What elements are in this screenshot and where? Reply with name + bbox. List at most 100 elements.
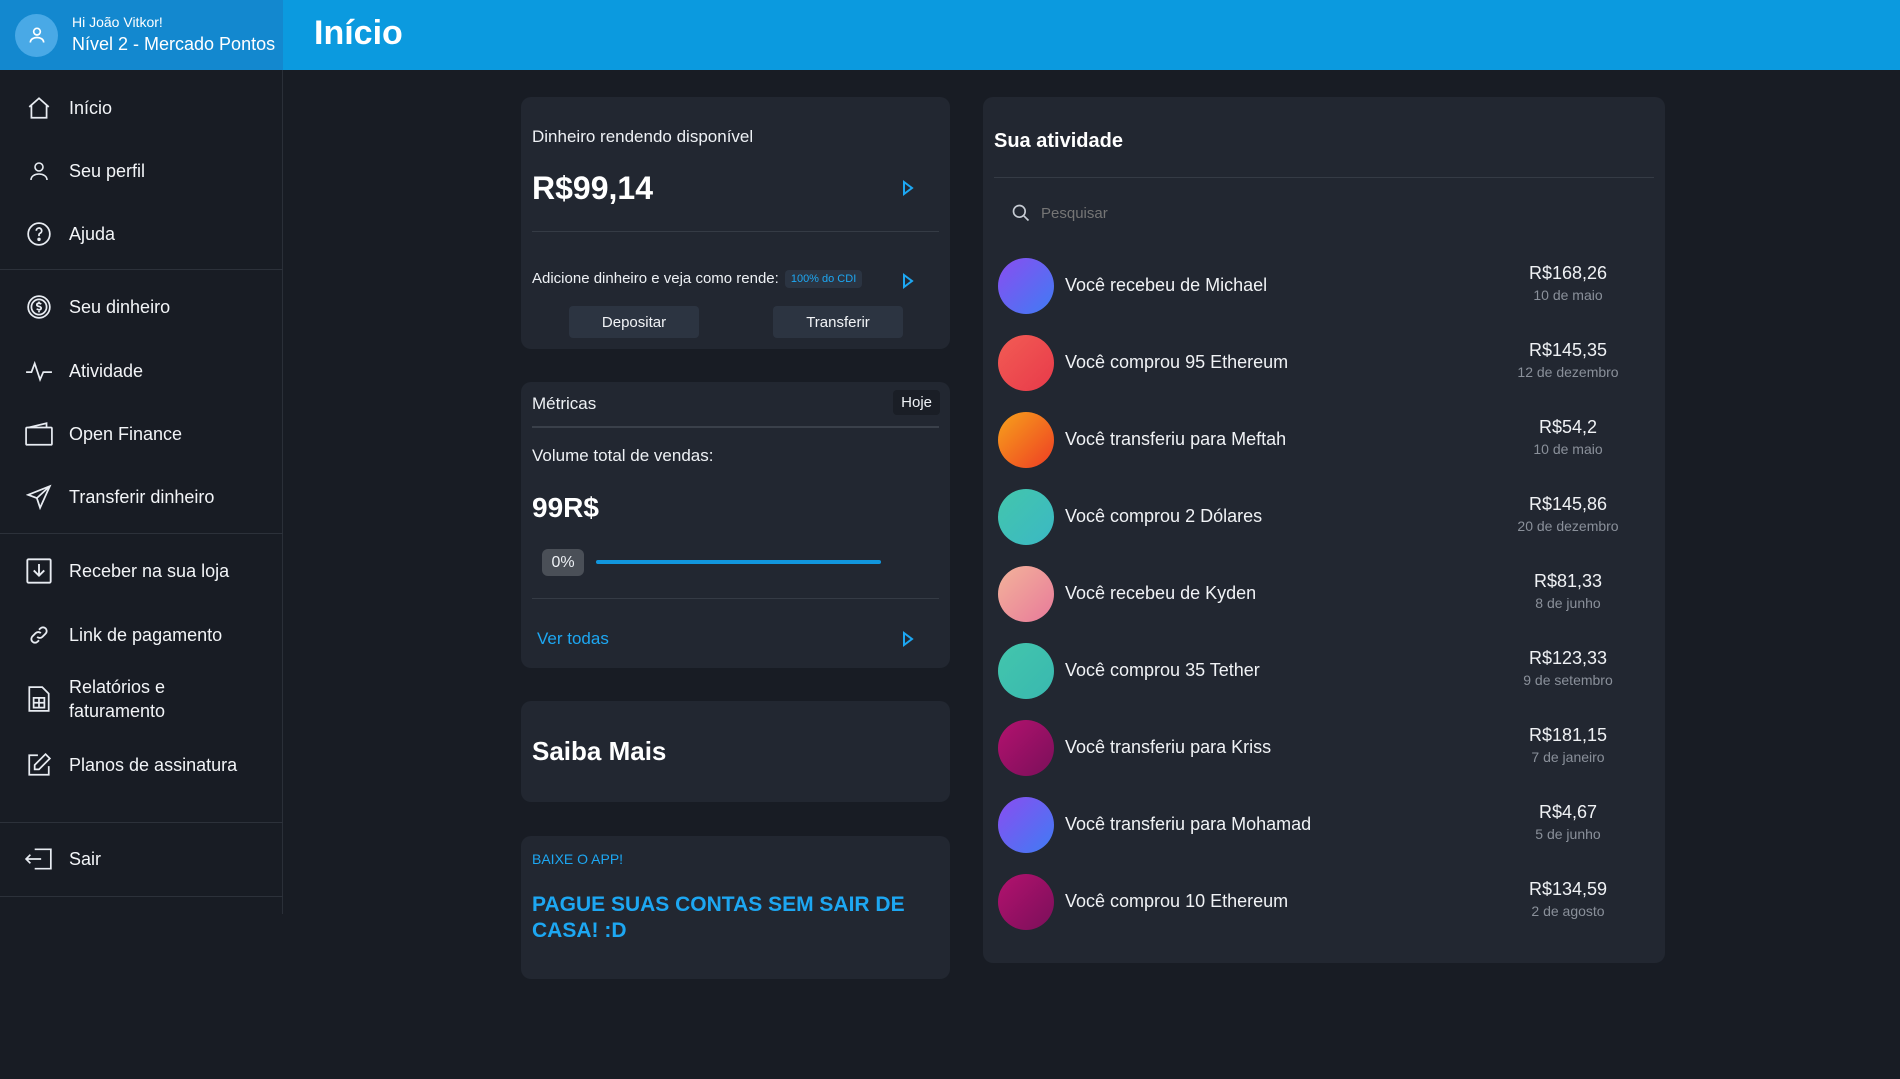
promo-play-icon[interactable] <box>902 273 918 291</box>
activity-avatar <box>998 412 1054 468</box>
activity-date: 7 de janeiro <box>1531 749 1605 765</box>
sidebar-divider <box>0 896 283 897</box>
sidebar-item-label: Planos de assinatura <box>69 754 238 775</box>
balance-details-play-icon[interactable] <box>902 180 918 198</box>
see-all-play-icon[interactable] <box>902 631 918 649</box>
activity-amount: R$134,59 <box>1528 879 1608 899</box>
sidebar-item-label: Relatórios e faturamento <box>69 676 166 721</box>
sidebar-item-label: Ajuda <box>69 223 116 244</box>
sidebar-divider <box>0 269 283 270</box>
activity-avatar <box>998 258 1054 314</box>
wallet-icon <box>25 420 53 448</box>
metrics-title: Métricas <box>532 394 597 413</box>
activity-description: Você comprou 95 Ethereum <box>1065 352 1289 372</box>
activity-avatar <box>998 874 1054 930</box>
promo-text: Adicione dinheiro e veja como rende: <box>532 270 779 287</box>
activity-item[interactable]: Você transferiu para Mohamad R$4,67 5 de j… <box>998 794 1628 854</box>
activity-avatar <box>998 643 1054 699</box>
sidebar-item-perfil[interactable]: Seu perfil <box>0 151 283 191</box>
dollar-icon <box>25 293 53 321</box>
balance-amount: R$99,14 <box>532 170 653 206</box>
sidebar-item-receber[interactable]: Receber na sua loja <box>0 551 283 591</box>
activity-description: Você comprou 35 Tether <box>1065 660 1260 680</box>
activity-description: Você transferiu para Mohamad <box>1065 814 1312 834</box>
period-select[interactable]: Hoje <box>893 390 940 415</box>
user-greeting: Hi João Vitkor! <box>72 14 163 31</box>
activity-date: 20 de dezembro <box>1517 518 1619 534</box>
metrics-value: 99R$ <box>532 492 599 523</box>
activity-date: 8 de junho <box>1535 595 1601 611</box>
user-level: Nível 2 - Mercado Pontos <box>72 34 276 55</box>
sidebar-item-inicio[interactable]: Início <box>0 88 283 128</box>
sidebar-item-label: Sair <box>69 848 102 869</box>
sidebar-item-label: Atividade <box>69 360 144 381</box>
sidebar-item-relatorios[interactable]: Relatórios e faturamento <box>0 668 283 730</box>
sidebar-item-label: Transferir dinheiro <box>69 486 215 507</box>
activity-icon <box>25 357 53 385</box>
activity-amount: R$54,2 <box>1538 417 1598 437</box>
saiba-mais-card[interactable]: Saiba Mais <box>521 701 950 802</box>
activity-item[interactable]: Você comprou 2 Dólares R$145,86 20 de deze… <box>998 486 1628 546</box>
activity-amount: R$181,15 <box>1528 725 1608 745</box>
activity-item[interactable]: Você recebeu de Kyden R$81,33 8 de junho <box>998 563 1628 623</box>
activity-amount: R$145,86 <box>1528 494 1608 514</box>
activity-description: Você comprou 2 Dólares <box>1065 506 1263 526</box>
app-promo-card[interactable]: BAIXE O APP! PAGUE SUAS CONTAS SEM SAIR … <box>521 836 950 979</box>
send-icon <box>25 483 53 511</box>
activity-item[interactable]: Você comprou 95 Ethereum R$145,35 12 de de… <box>998 332 1628 392</box>
sidebar-item-label: Receber na sua loja <box>69 560 230 581</box>
activity-description: Você recebeu de Kyden <box>1065 583 1257 603</box>
activity-description: Você transferiu para Meftah <box>1065 429 1287 449</box>
user-avatar-icon <box>15 13 58 57</box>
deposit-button[interactable]: Depositar <box>569 306 699 338</box>
activity-item[interactable]: Você comprou 10 Ethereum R$134,59 2 de ago… <box>998 871 1628 931</box>
app-promo-headline: PAGUE SUAS CONTAS SEM SAIR DE CASA! :D <box>532 893 905 943</box>
activity-avatar <box>998 720 1054 776</box>
activity-item[interactable]: Você recebeu de Michael R$168,26 10 de mai… <box>998 255 1628 315</box>
transfer-button[interactable]: Transferir <box>773 306 903 338</box>
activity-avatar <box>998 566 1054 622</box>
user-icon <box>25 157 53 185</box>
sidebar-item-ajuda[interactable]: Ajuda <box>0 214 283 254</box>
activity-date: 12 de dezembro <box>1517 364 1619 380</box>
activity-date: 5 de junho <box>1535 826 1601 842</box>
sidebar-item-planos[interactable]: Planos de assinatura <box>0 745 283 785</box>
search-box[interactable] <box>1011 197 1631 229</box>
logout-icon <box>25 845 53 873</box>
activity-date: 10 de maio <box>1533 441 1603 457</box>
promo-row: Adicione dinheiro e veja como rende: 100%… <box>532 270 863 289</box>
activity-item[interactable]: Você transferiu para Meftah R$54,2 10 de m… <box>998 409 1628 469</box>
search-icon <box>1011 203 1031 223</box>
activity-amount: R$4,67 <box>1538 802 1598 822</box>
activity-item[interactable]: Você comprou 35 Tether R$123,33 9 de setem… <box>998 640 1628 700</box>
sidebar-item-atividade[interactable]: Atividade <box>0 351 283 391</box>
sidebar: Início Seu perfil Ajuda Seu dinheiro Ati… <box>0 70 283 914</box>
sidebar-item-label: Seu perfil <box>69 160 146 181</box>
balance-title: Dinheiro rendendo disponível <box>532 127 754 146</box>
sidebar-item-label: Link de pagamento <box>69 624 223 645</box>
activity-description: Você comprou 10 Ethereum <box>1065 891 1289 911</box>
activity-avatar <box>998 335 1054 391</box>
sidebar-divider <box>0 533 283 534</box>
sidebar-item-label: Open Finance <box>69 423 183 444</box>
activity-date: 2 de agosto <box>1531 903 1605 919</box>
sidebar-item-link-pagamento[interactable]: Link de pagamento <box>0 615 283 655</box>
activity-amount: R$123,33 <box>1528 648 1608 668</box>
sidebar-item-label: Seu dinheiro <box>69 296 171 317</box>
sidebar-item-sair[interactable]: Sair <box>0 839 283 879</box>
card-divider <box>532 426 939 428</box>
link-icon <box>25 621 53 649</box>
see-all-link[interactable]: Ver todas <box>537 629 609 649</box>
user-profile-box[interactable]: Hi João Vitkor! Nível 2 - Mercado Pontos <box>0 0 283 70</box>
sidebar-item-label: Início <box>69 97 113 118</box>
home-icon <box>25 94 53 122</box>
sidebar-item-seu-dinheiro[interactable]: Seu dinheiro <box>0 287 283 327</box>
sidebar-item-open-finance[interactable]: Open Finance <box>0 414 283 454</box>
activity-date: 9 de setembro <box>1523 672 1613 688</box>
activity-avatar <box>998 797 1054 853</box>
card-divider <box>532 598 939 599</box>
search-input[interactable] <box>1041 204 1601 222</box>
activity-item[interactable]: Você transferiu para Kriss R$181,15 7 de j… <box>998 717 1628 777</box>
activity-date: 10 de maio <box>1533 287 1603 303</box>
sidebar-item-transferir[interactable]: Transferir dinheiro <box>0 477 283 517</box>
